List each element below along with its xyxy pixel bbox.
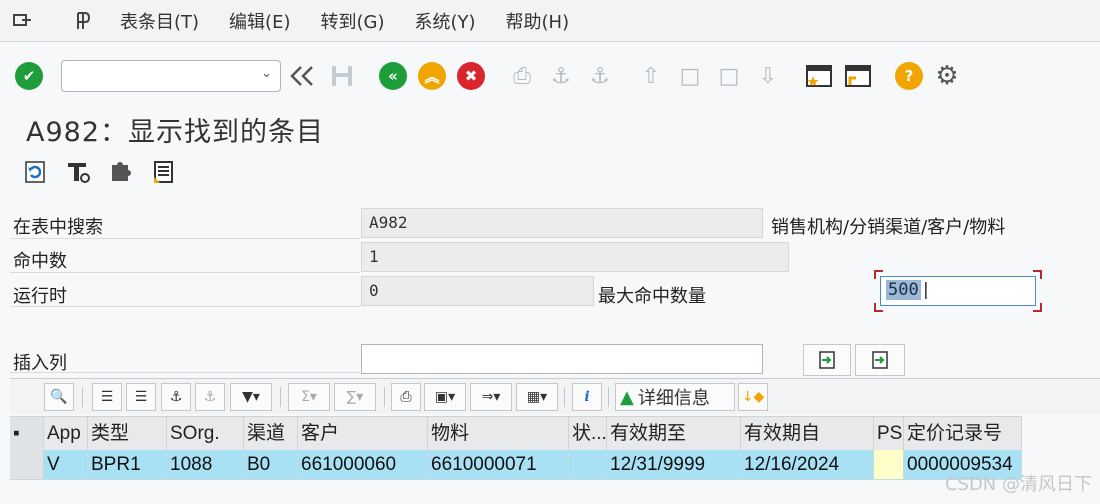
column-header[interactable]: PS (874, 417, 904, 451)
row-divider (10, 372, 360, 373)
row-selector[interactable] (10, 450, 44, 480)
toolbar-separator (384, 387, 385, 407)
exit-icon[interactable]: ︽ (417, 61, 447, 91)
column-header[interactable]: 有效期至 (607, 417, 741, 451)
sap-logo-icon[interactable] (74, 11, 96, 31)
row-divider (10, 272, 360, 273)
document-list-icon[interactable] (150, 158, 178, 186)
column-header[interactable]: 有效期自 (741, 417, 874, 451)
column-header[interactable]: App (44, 417, 88, 451)
first-page-icon: ⇧ (641, 63, 661, 89)
column-header[interactable]: 客户 (298, 417, 428, 451)
table-cell[interactable]: 12/31/9999 (607, 450, 741, 480)
column-header[interactable]: 渠道 (244, 417, 298, 451)
page-title: A982：显示找到的条目 (26, 117, 325, 148)
find-binoculars-icon[interactable]: ⚓ (161, 383, 191, 411)
settings-gear-icon[interactable]: ⚙ (932, 61, 962, 91)
column-header[interactable]: 状... (569, 417, 607, 451)
table-cell[interactable]: B0 (244, 450, 298, 480)
table-cell[interactable]: 661000060 (298, 450, 428, 480)
menu-item-goto[interactable]: 转到(G) (320, 8, 384, 34)
table-cell[interactable]: 1088 (167, 450, 244, 480)
select-all-icon[interactable]: ▪ (10, 417, 44, 451)
refresh-icon[interactable] (22, 158, 50, 186)
puzzle-icon[interactable] (107, 158, 135, 186)
table-cell[interactable] (569, 450, 607, 480)
menu-item-help[interactable]: 帮助(H) (506, 8, 570, 34)
menu-item-edit[interactable]: 编辑(E) (229, 8, 290, 34)
max-hits-label: 最大命中数量 (598, 286, 706, 307)
search-in-table-field: A982 (361, 208, 763, 238)
find-binoculars-icon: ⚓ (551, 63, 571, 89)
focus-frame (874, 270, 1042, 312)
save-icon (327, 61, 357, 91)
next-page-icon: □ (718, 63, 740, 89)
details-magnifier-icon[interactable]: 🔍 (44, 383, 74, 411)
search-table-description: 销售机构/分销渠道/客户/物料 (771, 217, 1006, 238)
view-icon[interactable]: ▣▾ (424, 383, 466, 411)
shortcut-icon[interactable] (843, 61, 873, 91)
mountain-image-icon: ▲ (620, 386, 634, 408)
menu-item-system[interactable]: 系统(Y) (414, 8, 475, 34)
insert-column-input[interactable] (361, 344, 763, 374)
cancel-icon[interactable]: ✖ (456, 61, 486, 91)
watermark: CSDN @清风日下 (944, 474, 1092, 495)
chevron-down-icon[interactable]: ⌄ (261, 66, 272, 81)
sum-icon: Σ▾ (288, 383, 330, 411)
detail-info-label: 详细信息 (637, 388, 710, 409)
find-next-icon: ⚓ (195, 383, 225, 411)
column-header[interactable]: 物料 (428, 417, 569, 451)
menu-bar: 表条目(T) 编辑(E) 转到(G) 系统(Y) 帮助(H) (0, 0, 1100, 42)
toolbar-separator (82, 387, 83, 407)
toolbar-separator (564, 387, 565, 407)
hits-count-field: 1 (361, 242, 789, 272)
table-tools-icon[interactable] (64, 158, 92, 186)
info-icon[interactable]: i (572, 383, 602, 411)
remove-column-button[interactable] (855, 344, 905, 376)
last-page-icon: ⇩ (758, 63, 778, 89)
enter-check-icon[interactable]: ✔ (14, 61, 44, 91)
collapse-toolbar-icon[interactable] (287, 61, 317, 91)
command-field[interactable]: ⌄ (61, 60, 281, 92)
export-icon[interactable]: ⇒▾ (470, 383, 512, 411)
table-row[interactable]: V BPR1 1088 B0 661000060 6610000071 12/3… (10, 450, 1022, 480)
column-header[interactable]: 类型 (88, 417, 167, 451)
runtime-field: 0 (361, 276, 594, 306)
menu-item-table-entries[interactable]: 表条目(T) (120, 8, 199, 34)
table-cell[interactable]: 6610000071 (428, 450, 569, 480)
help-icon[interactable]: ? (894, 61, 924, 91)
subtotal-icon: ∑▾ (334, 383, 376, 411)
sort-order-icon[interactable]: ↓◆ (738, 383, 768, 411)
table-cell[interactable]: V (44, 450, 88, 480)
print-icon[interactable]: ⎙ (391, 383, 421, 411)
sort-descending-icon[interactable]: ☰ (126, 383, 156, 411)
insert-column-button[interactable] (803, 344, 851, 376)
menu-icon[interactable] (12, 11, 34, 31)
toolbar-separator (280, 387, 281, 407)
filter-icon[interactable]: ▼▾ (230, 383, 272, 411)
standard-toolbar: ✔ ⌄ « ︽ ✖ ⎙ ⚓ ⚓ ⇧ □ □ ⇩ ? ⚙ (0, 48, 1100, 108)
search-in-table-label: 在表中搜索 (13, 217, 103, 238)
row-divider (10, 306, 360, 307)
table-header: ▪ App 类型 SOrg. 渠道 客户 物料 状... 有效期至 有效期自 P… (10, 416, 1022, 451)
column-header[interactable]: SOrg. (167, 417, 244, 451)
detail-info-button[interactable]: ▲ 详细信息 (615, 383, 735, 411)
row-divider (10, 238, 360, 239)
alv-toolbar: 🔍 ☰ ☰ ⚓ ⚓ ▼▾ Σ▾ ∑▾ ⎙ ▣▾ ⇒▾ ▦▾ i ▲ 详细信息 ↓… (10, 378, 1100, 414)
print-icon: ⎙ (513, 63, 531, 89)
runtime-label: 运行时 (13, 286, 67, 307)
table-cell[interactable]: 12/16/2024 (741, 450, 874, 480)
layout-icon[interactable]: ▦▾ (516, 383, 558, 411)
table-cell[interactable]: BPR1 (88, 450, 167, 480)
back-icon[interactable]: « (378, 61, 408, 91)
sort-ascending-icon[interactable]: ☰ (92, 383, 122, 411)
previous-page-icon: □ (679, 63, 701, 89)
toolbar-separator (608, 387, 609, 407)
find-next-icon: ⚓ (590, 63, 610, 89)
column-header[interactable]: 定价记录号 (904, 417, 1022, 451)
hits-count-label: 命中数 (13, 251, 67, 272)
table-cell[interactable] (874, 450, 904, 480)
create-session-icon[interactable] (804, 61, 834, 91)
